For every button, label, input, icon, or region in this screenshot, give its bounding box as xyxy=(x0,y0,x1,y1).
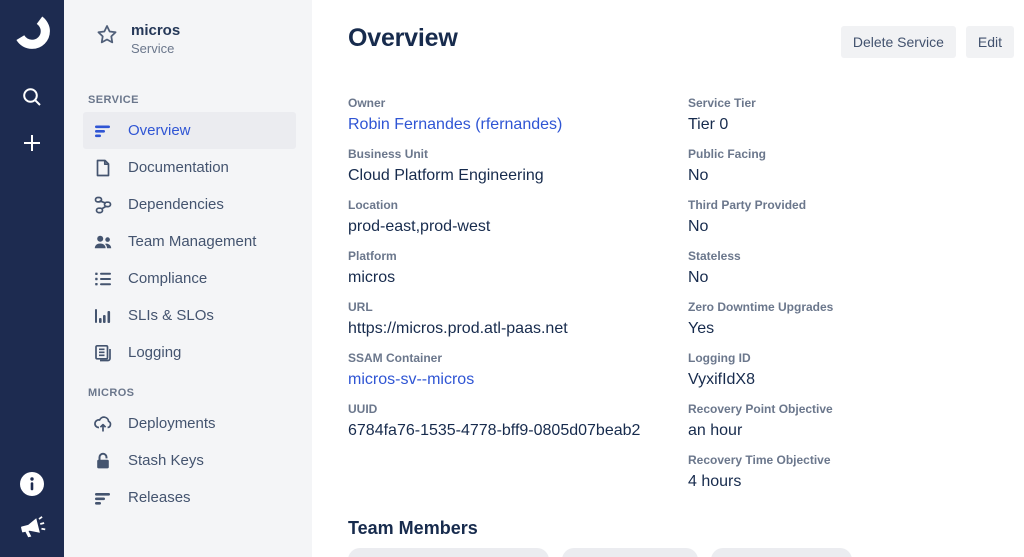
lock-icon xyxy=(93,451,113,471)
sidebar-item-label: SLIs & SLOs xyxy=(128,307,214,324)
overview-icon xyxy=(93,121,113,141)
sidebar-item-label: Compliance xyxy=(128,270,207,287)
delete-service-button[interactable]: Delete Service xyxy=(841,26,956,58)
sidebar-item-label: Stash Keys xyxy=(128,452,204,469)
global-nav-rail xyxy=(0,0,64,557)
deployments-cloud-icon xyxy=(93,414,113,434)
ssam-container-link[interactable]: micros-sv--micros xyxy=(348,371,688,389)
favorite-star-icon[interactable] xyxy=(96,24,118,46)
page-title: Overview xyxy=(348,24,458,53)
service-name: micros xyxy=(131,22,180,39)
dependencies-icon xyxy=(93,195,113,215)
section-label-micros: MICROS xyxy=(88,387,312,399)
field-url: URL https://micros.prod.atl-paas.net xyxy=(348,300,688,338)
team-member-chip[interactable]: Jeremy Baumont (jbaumont) xyxy=(348,548,549,557)
field-uuid: UUID 6784fa76-1535-4778-bff9-0805d07beab… xyxy=(348,402,688,440)
create-icon[interactable] xyxy=(19,130,45,156)
info-icon[interactable] xyxy=(19,471,45,497)
edit-button[interactable]: Edit xyxy=(966,26,1014,58)
main-content: Overview Delete Service Edit Owner Robin… xyxy=(312,0,1024,557)
sidebar-item-label: Overview xyxy=(128,122,191,139)
service-sidebar: micros Service SERVICE Overview Document… xyxy=(64,0,312,557)
app-logo-icon[interactable] xyxy=(12,14,52,58)
sidebar-item-label: Team Management xyxy=(128,233,256,250)
service-type: Service xyxy=(131,41,180,56)
fields-right-column: Service Tier Tier 0 Public Facing No Thi… xyxy=(688,96,1014,504)
sidebar-item-slis-slos[interactable]: SLIs & SLOs xyxy=(83,297,296,334)
sidebar-item-logging[interactable]: Logging xyxy=(83,334,296,371)
field-third-party-provided: Third Party Provided No xyxy=(688,198,1014,236)
sidebar-item-releases[interactable]: Releases xyxy=(83,479,296,516)
team-member-chip[interactable]: (buildeng-sox-bot) xyxy=(562,548,699,557)
field-location: Location prod-east,prod-west xyxy=(348,198,688,236)
team-members-title: Team Members xyxy=(348,518,1014,539)
sidebar-item-label: Dependencies xyxy=(128,196,224,213)
field-service-tier: Service Tier Tier 0 xyxy=(688,96,1014,134)
fields-left-column: Owner Robin Fernandes (rfernandes) Busin… xyxy=(348,96,688,504)
field-owner: Owner Robin Fernandes (rfernandes) xyxy=(348,96,688,134)
team-icon xyxy=(93,232,113,252)
sidebar-item-label: Documentation xyxy=(128,159,229,176)
logging-icon xyxy=(93,343,113,363)
sidebar-item-documentation[interactable]: Documentation xyxy=(83,149,296,186)
team-members-section: Team Members Jeremy Baumont (jbaumont) (… xyxy=(348,518,1014,557)
document-icon xyxy=(93,158,113,178)
sidebar-item-label: Logging xyxy=(128,344,181,361)
sidebar-item-label: Releases xyxy=(128,489,191,506)
bar-chart-icon xyxy=(93,306,113,326)
compliance-icon xyxy=(93,269,113,289)
section-label-service: SERVICE xyxy=(88,94,312,106)
sidebar-item-stash-keys[interactable]: Stash Keys xyxy=(83,442,296,479)
field-logging-id: Logging ID VyxifIdX8 xyxy=(688,351,1014,389)
service-header: micros Service xyxy=(64,22,312,56)
sidebar-item-team-management[interactable]: Team Management xyxy=(83,223,296,260)
team-member-chip[interactable]: Paul Craig (pcraig) xyxy=(711,548,852,557)
field-platform: Platform micros xyxy=(348,249,688,287)
owner-link[interactable]: Robin Fernandes (rfernandes) xyxy=(348,116,688,134)
search-icon[interactable] xyxy=(19,84,45,110)
field-recovery-point-objective: Recovery Point Objective an hour xyxy=(688,402,1014,440)
announcements-megaphone-icon[interactable] xyxy=(19,513,45,539)
field-recovery-time-objective: Recovery Time Objective 4 hours xyxy=(688,453,1014,491)
sidebar-item-label: Deployments xyxy=(128,415,216,432)
service-fields: Owner Robin Fernandes (rfernandes) Busin… xyxy=(348,96,1014,504)
sidebar-item-deployments[interactable]: Deployments xyxy=(83,405,296,442)
field-zero-downtime-upgrades: Zero Downtime Upgrades Yes xyxy=(688,300,1014,338)
releases-icon xyxy=(93,488,113,508)
field-business-unit: Business Unit Cloud Platform Engineering xyxy=(348,147,688,185)
sidebar-item-overview[interactable]: Overview xyxy=(83,112,296,149)
sidebar-item-compliance[interactable]: Compliance xyxy=(83,260,296,297)
field-ssam-container: SSAM Container micros-sv--micros xyxy=(348,351,688,389)
sidebar-item-dependencies[interactable]: Dependencies xyxy=(83,186,296,223)
field-stateless: Stateless No xyxy=(688,249,1014,287)
field-public-facing: Public Facing No xyxy=(688,147,1014,185)
